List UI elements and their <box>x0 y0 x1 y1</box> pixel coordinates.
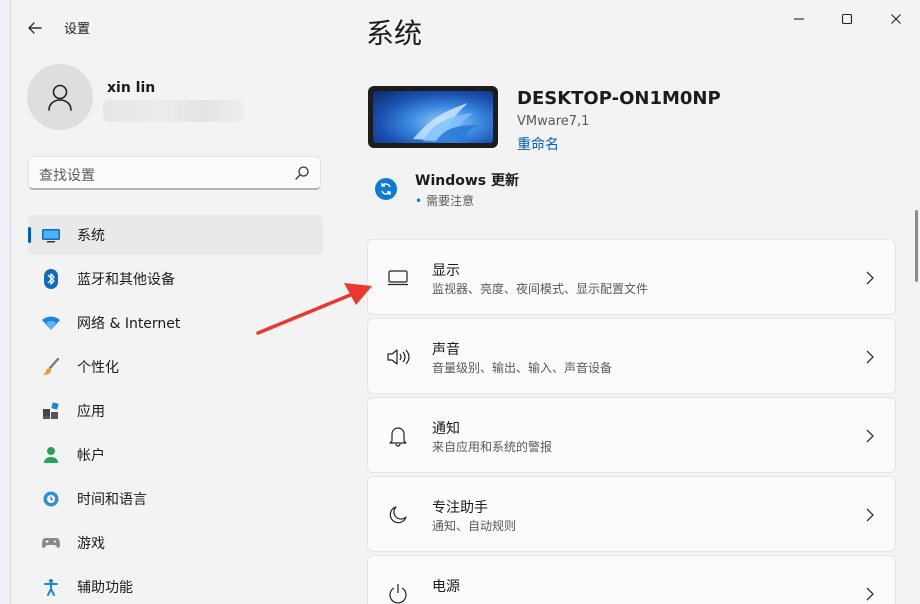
card-title: 专注助手 <box>432 500 488 516</box>
sidebar-item-gaming[interactable]: 游戏 <box>28 523 323 563</box>
scrollbar-thumb[interactable] <box>915 210 918 282</box>
sidebar-item-label: 时间和语言 <box>77 492 147 508</box>
chevron-right-icon <box>866 587 874 601</box>
chevron-right-icon <box>866 350 874 364</box>
windows-update-icon[interactable] <box>375 178 397 200</box>
windows-update-status: • 需要注意 <box>415 192 474 209</box>
sidebar-item-label: 应用 <box>77 404 105 420</box>
minimize-icon <box>794 18 804 20</box>
card-display[interactable]: 显示 监视器、亮度、夜间模式、显示配置文件 <box>367 239 896 315</box>
search-icon <box>295 166 309 180</box>
search-placeholder: 查找设置 <box>39 168 95 184</box>
sidebar-item-label: 蓝牙和其他设备 <box>77 272 175 288</box>
card-title: 电源 <box>432 579 460 595</box>
sidebar-item-label: 辅助功能 <box>77 580 133 596</box>
page-title: 系统 <box>366 17 423 50</box>
sidebar-item-label: 帐户 <box>77 448 105 464</box>
sidebar-item-time-language[interactable]: 时间和语言 <box>28 479 323 519</box>
card-notifications[interactable]: 通知 来自应用和系统的警报 <box>367 397 896 473</box>
sidebar-item-accessibility[interactable]: 辅助功能 <box>28 567 323 604</box>
bluetooth-icon <box>41 269 61 289</box>
maximize-button[interactable] <box>824 8 870 30</box>
sidebar-item-label: 系统 <box>77 228 105 244</box>
status-dot-icon: • <box>415 194 423 208</box>
sidebar-item-bluetooth[interactable]: 蓝牙和其他设备 <box>28 259 323 299</box>
windows-update-title[interactable]: Windows 更新 <box>415 170 519 190</box>
sidebar-item-system[interactable]: 系统 <box>28 215 323 255</box>
card-focus-assist[interactable]: 专注助手 通知、自动规则 <box>367 476 896 552</box>
card-subtitle: 监视器、亮度、夜间模式、显示配置文件 <box>432 282 649 296</box>
sidebar-nav: 系统 蓝牙和其他设备 网络 & Internet 个性化 应用 帐户 时间和语言… <box>28 215 323 604</box>
close-icon <box>891 14 901 24</box>
gamepad-icon <box>41 533 61 553</box>
card-power[interactable]: 电源 <box>367 555 896 604</box>
card-subtitle: 音量级别、输出、输入、声音设备 <box>432 361 613 375</box>
speaker-icon <box>386 345 410 369</box>
device-name: DESKTOP-ON1M0NP <box>517 88 721 109</box>
app-title: 设置 <box>64 22 91 37</box>
person-icon <box>41 445 61 465</box>
power-icon <box>386 582 410 604</box>
user-name: xin lin <box>107 80 156 96</box>
avatar[interactable] <box>27 64 93 130</box>
card-subtitle: 来自应用和系统的警报 <box>432 440 553 454</box>
card-subtitle: 通知、自动规则 <box>432 519 517 533</box>
settings-window: 设置 xin lin 查找设置 系统 蓝牙和其他设备 网络 & Internet… <box>10 0 920 604</box>
card-sound[interactable]: 声音 音量级别、输出、输入、声音设备 <box>367 318 896 394</box>
search-input[interactable]: 查找设置 <box>28 156 321 190</box>
sidebar-item-label: 游戏 <box>77 536 105 552</box>
chevron-right-icon <box>866 508 874 522</box>
sidebar-item-accounts[interactable]: 帐户 <box>28 435 323 475</box>
apps-icon <box>41 401 61 421</box>
sidebar-item-label: 网络 & Internet <box>77 316 181 332</box>
sidebar-item-network[interactable]: 网络 & Internet <box>28 303 323 343</box>
monitor-icon <box>41 225 61 245</box>
minimize-button[interactable] <box>776 8 822 30</box>
sidebar-item-personalization[interactable]: 个性化 <box>28 347 323 387</box>
chevron-right-icon <box>866 271 874 285</box>
moon-icon <box>386 503 410 527</box>
card-title: 通知 <box>432 421 460 437</box>
display-icon <box>386 266 410 290</box>
person-icon <box>48 84 72 111</box>
rename-link[interactable]: 重命名 <box>517 134 559 154</box>
sidebar-item-label: 个性化 <box>77 360 119 376</box>
maximize-icon <box>841 13 853 25</box>
bell-icon <box>386 424 410 448</box>
close-button[interactable] <box>873 8 919 30</box>
wifi-icon <box>41 313 61 333</box>
desktop-wallpaper-thumbnail <box>368 86 498 148</box>
device-model: VMware7,1 <box>517 114 590 129</box>
windows-update-status-text: 需要注意 <box>426 194 475 208</box>
back-arrow-icon[interactable] <box>25 18 45 38</box>
user-email-redacted <box>103 100 245 122</box>
globe-clock-icon <box>41 489 61 509</box>
card-title: 显示 <box>432 263 460 279</box>
accessibility-icon <box>41 577 61 597</box>
sidebar-item-apps[interactable]: 应用 <box>28 391 323 431</box>
brush-icon <box>41 357 61 377</box>
card-title: 声音 <box>432 342 460 358</box>
chevron-right-icon <box>866 429 874 443</box>
